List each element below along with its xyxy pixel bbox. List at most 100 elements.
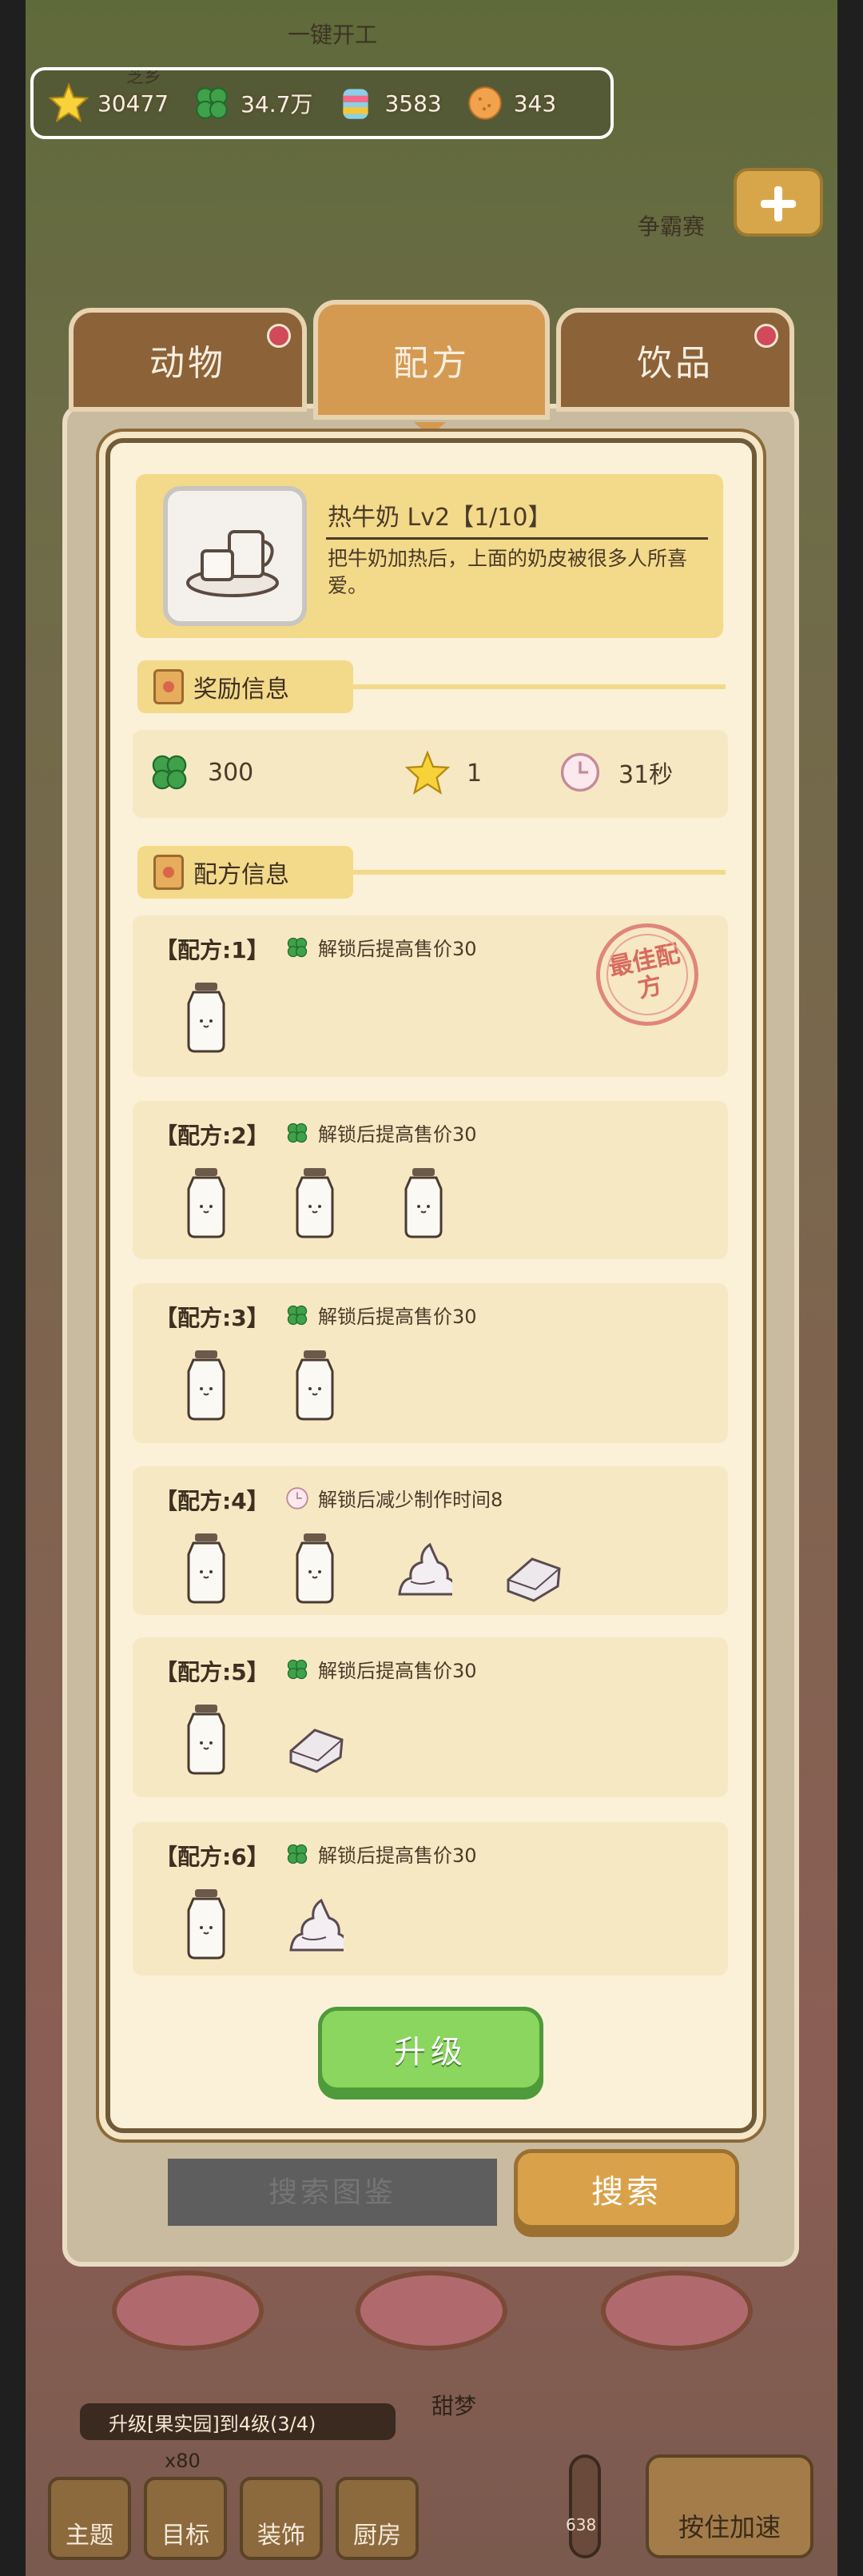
add-button[interactable] <box>734 168 823 237</box>
item-count: x80 <box>165 2450 201 2472</box>
recipe-card[interactable]: 【配方:6】 解锁后提高售价30 <box>133 1822 728 1976</box>
recipe-label: 【配方:5】 <box>155 1659 269 1685</box>
clover-icon <box>196 87 228 119</box>
recipe-condition-text: 解锁后提高售价30 <box>318 1844 477 1867</box>
clover-icon <box>287 937 308 957</box>
donut-decoration <box>112 2271 264 2351</box>
reward-star-value: 1 <box>467 759 483 788</box>
recipes-section-title: 配方信息 <box>193 861 289 889</box>
star-icon <box>48 82 89 123</box>
upgrade-button[interactable]: 升级 <box>318 2007 543 2092</box>
star-count: 30477 <box>97 90 169 117</box>
cookie-icon <box>467 86 502 120</box>
candy-count: 3583 <box>384 90 442 117</box>
recipe-condition: 解锁后提高售价30 <box>284 1840 477 1868</box>
tab-recipes[interactable]: 配方 <box>313 300 550 420</box>
task-progress[interactable]: 升级[果实园]到4级(3/4) <box>80 2403 396 2440</box>
one-click-start-label[interactable]: 一键开工 <box>288 18 377 50</box>
milk-bottle-icon <box>404 1168 443 1238</box>
search-input[interactable] <box>168 2159 497 2226</box>
reward-time-value: 31秒 <box>618 761 674 789</box>
recipe-card[interactable]: 【配方:3】 解锁后提高售价30 <box>133 1283 728 1443</box>
recipe-condition-text: 解锁后提高售价30 <box>318 1306 477 1328</box>
recipe-card[interactable]: 【配方:2】 解锁后提高售价30 <box>133 1101 728 1259</box>
resource-cookie: 343 <box>464 82 556 124</box>
recipes-section-header: 配方信息 <box>137 846 353 899</box>
recipe-label: 【配方:6】 <box>155 1844 269 1870</box>
star-icon <box>404 750 451 795</box>
butter-icon <box>289 1729 344 1773</box>
tab-animals[interactable]: 动物 <box>69 308 307 412</box>
milk-bottle-icon <box>187 1889 225 1960</box>
milk-bottle-icon <box>187 983 225 1053</box>
reward-clover-value: 300 <box>208 758 254 787</box>
recipe-condition: 解锁后减少制作时间8 <box>284 1484 503 1512</box>
reward-time: 31秒 <box>558 750 673 795</box>
whipped-cream-icon <box>289 1898 344 1952</box>
recipe-label: 【配方:1】 <box>155 937 269 963</box>
recipe-description: 把牛奶加热后，上面的奶皮被很多人所喜爱。 <box>328 547 688 597</box>
recipe-card[interactable]: 【配方:4】 解锁后减少制作时间8 <box>133 1466 728 1615</box>
hot-milk-icon <box>186 529 279 597</box>
nav-kitchen[interactable]: 厨房 <box>336 2477 419 2560</box>
resource-star: 30477 <box>48 82 169 124</box>
tab-drinks[interactable]: 饮品 <box>556 308 794 412</box>
thermometer-value: 638 <box>566 2515 597 2534</box>
sweet-dream-label: 甜梦 <box>432 2393 477 2419</box>
clock-icon <box>560 752 600 792</box>
competition-label[interactable]: 争霸赛 <box>638 209 705 241</box>
clover-icon <box>287 1305 308 1325</box>
recipe-thumbnail <box>163 486 307 626</box>
recipe-condition-text: 解锁后提高售价30 <box>318 1123 477 1146</box>
donut-decoration <box>356 2271 507 2351</box>
milk-bottle-icon <box>296 1533 334 1604</box>
clover-icon <box>287 1844 308 1864</box>
search-button[interactable]: 搜索 <box>514 2149 739 2229</box>
donut-decoration <box>601 2271 753 2351</box>
recipe-condition-text: 解锁后提高售价30 <box>318 938 477 960</box>
recipe-label: 【配方:3】 <box>155 1305 269 1331</box>
nav-decor[interactable]: 装饰 <box>240 2477 323 2560</box>
screen-edge-left <box>0 0 26 2576</box>
resource-bar: 30477 34.7万 3583 343 <box>30 67 614 139</box>
screen-edge-right <box>837 0 863 2576</box>
clover-count: 34.7万 <box>241 91 313 118</box>
divider <box>352 870 726 875</box>
clover-icon <box>287 1659 308 1679</box>
divider <box>352 684 726 689</box>
tab-drinks-label: 饮品 <box>637 343 714 384</box>
recipe-condition: 解锁后提高售价30 <box>284 1119 477 1146</box>
clock-icon <box>286 1486 308 1509</box>
nav-theme[interactable]: 主题 <box>48 2477 131 2560</box>
clover-icon <box>287 1123 308 1142</box>
recipe-title: 热牛奶 Lv2【1/10】 <box>328 504 552 532</box>
milk-bottle-icon <box>296 1350 334 1421</box>
reward-section-header: 奖励信息 <box>137 660 353 713</box>
milk-bottle-icon <box>187 1705 225 1775</box>
milk-bottle-icon <box>187 1533 225 1604</box>
recipe-condition: 解锁后提高售价30 <box>284 1301 477 1329</box>
reward-clover: 300 <box>147 750 253 795</box>
thermometer-icon <box>569 2454 601 2558</box>
tab-animals-label: 动物 <box>149 343 226 384</box>
recipe-condition: 解锁后提高售价30 <box>284 933 477 961</box>
recipe-condition-text: 解锁后减少制作时间8 <box>318 1489 503 1511</box>
tag-icon <box>153 669 184 704</box>
nav-goals[interactable]: 目标 <box>144 2477 227 2560</box>
recipe-label: 【配方:2】 <box>155 1123 269 1149</box>
notification-dot <box>754 324 778 348</box>
hold-accelerate-button[interactable]: 按住加速 <box>646 2454 813 2558</box>
resource-clover: 34.7万 <box>191 82 312 124</box>
reward-star: 1 <box>404 750 482 796</box>
recipe-label: 【配方:4】 <box>155 1488 269 1514</box>
candy-icon <box>343 89 369 119</box>
clover-icon <box>152 755 187 790</box>
tab-recipes-label: 配方 <box>393 343 470 384</box>
whipped-cream-icon <box>398 1542 452 1596</box>
recipe-condition-text: 解锁后提高售价30 <box>318 1660 477 1682</box>
milk-bottle-icon <box>187 1350 225 1421</box>
notification-dot <box>267 324 291 348</box>
recipe-card[interactable]: 【配方:5】 解锁后提高售价30 <box>133 1637 728 1797</box>
active-tab-pointer <box>414 422 446 437</box>
tag-icon <box>153 855 184 890</box>
